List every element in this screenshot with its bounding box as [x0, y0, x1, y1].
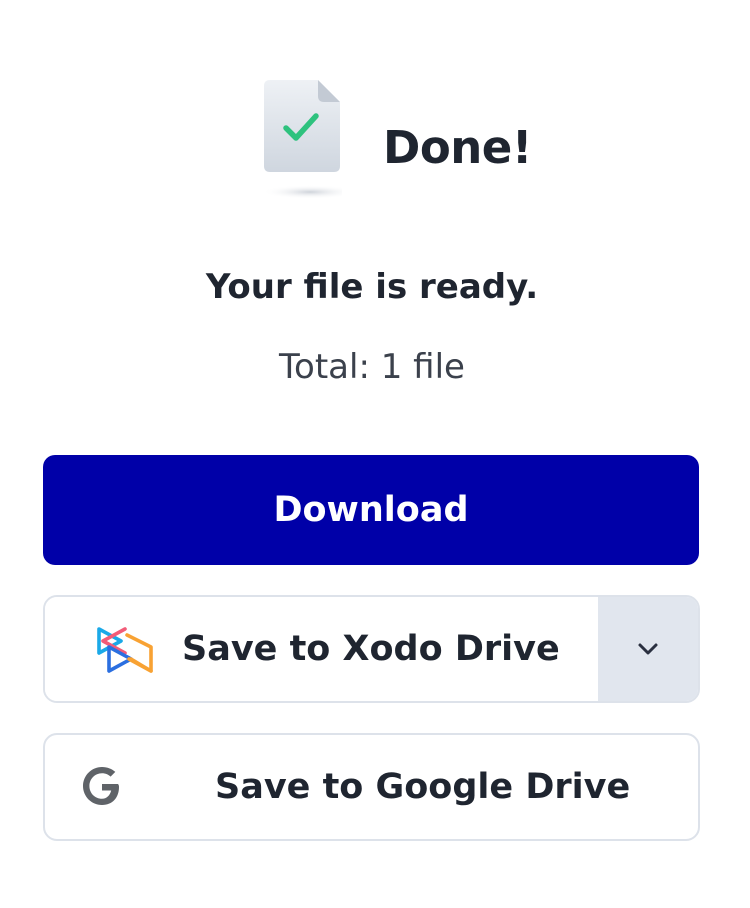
save-to-google-drive-button[interactable]: Save to Google Drive	[43, 733, 700, 841]
download-button-label: Download	[273, 490, 469, 530]
file-count: Total: 1 file	[279, 347, 465, 387]
file-check-icon	[262, 80, 342, 198]
xodo-drive-split-button: Save to Xodo Drive	[43, 595, 700, 703]
page-title: Done!	[383, 121, 532, 174]
save-to-xodo-label: Save to Xodo Drive	[182, 629, 560, 669]
chevron-down-icon	[638, 643, 658, 655]
status-message: Your file is ready.	[205, 267, 539, 307]
save-to-xodo-button[interactable]: Save to Xodo Drive	[45, 597, 598, 701]
google-icon	[83, 767, 119, 805]
save-to-google-drive-label: Save to Google Drive	[215, 767, 631, 807]
download-button[interactable]: Download	[43, 455, 699, 565]
xodo-options-dropdown[interactable]	[598, 597, 698, 701]
xodo-drive-icon	[97, 627, 153, 673]
